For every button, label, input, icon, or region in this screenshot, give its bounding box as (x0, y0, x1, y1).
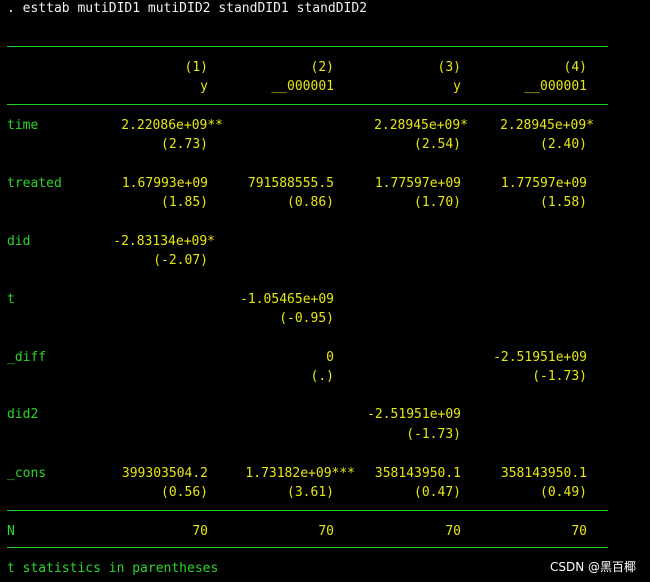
row-label-cons: _cons (7, 466, 47, 481)
header-rule (7, 104, 608, 105)
tstat-cell: (1.58) (540, 195, 587, 210)
row-label-did2: did2 (7, 407, 39, 422)
coef-cell: -2.83134e+09* (113, 234, 215, 249)
tstat-cell: (3.61) (287, 485, 334, 500)
col-number-3: (3) (437, 60, 461, 75)
tstat-cell: (2.54) (414, 137, 461, 152)
tstat-cell: (2.40) (540, 137, 587, 152)
coef-cell: 2.28945e+09* (500, 118, 594, 133)
col-depvar-4: __000001 (524, 79, 587, 94)
coef-cell: 1.77597e+09 (500, 176, 587, 191)
tstat-cell: (0.47) (414, 485, 461, 500)
row-label-t: t (7, 292, 15, 307)
row-label-treated: treated (7, 176, 62, 191)
coef-cell: 2.28945e+09* (374, 118, 468, 133)
coef-cell: 1.77597e+09 (374, 176, 461, 191)
coef-cell: -1.05465e+09 (240, 292, 334, 307)
row-label-diff: _diff (7, 350, 47, 365)
tstat-cell: (-2.07) (153, 253, 208, 268)
tstat-cell: (-1.73) (532, 369, 587, 384)
n-cell: 70 (571, 524, 587, 539)
coef-cell: 358143950.1 (374, 466, 461, 481)
col-depvar-3: y (453, 79, 461, 94)
coef-cell: -2.51951e+09 (367, 407, 461, 422)
tstat-cell: (1.85) (161, 195, 208, 210)
stats-rule (7, 510, 608, 511)
tstat-cell: (-1.73) (406, 427, 461, 442)
n-cell: 70 (318, 524, 334, 539)
n-cell: 70 (445, 524, 461, 539)
n-cell: 70 (192, 524, 208, 539)
table-bottom-rule (7, 547, 608, 548)
row-label-time: time (7, 118, 39, 133)
tstat-cell: (0.49) (540, 485, 587, 500)
table-top-rule (7, 46, 608, 47)
command-line: . esttab mutiDID1 mutiDID2 standDID1 sta… (7, 1, 368, 16)
coef-cell: 1.73182e+09*** (245, 466, 355, 481)
footnote: t statistics in parentheses (7, 561, 219, 576)
coef-cell: 1.67993e+09 (121, 176, 208, 191)
tstat-cell: (-0.95) (279, 311, 334, 326)
coef-cell: 791588555.5 (247, 176, 334, 191)
col-number-1: (1) (184, 60, 208, 75)
tstat-cell: (0.56) (161, 485, 208, 500)
coef-cell: -2.51951e+09 (493, 350, 587, 365)
tstat-cell: (.) (310, 369, 334, 384)
coef-cell: 0 (326, 350, 334, 365)
coef-cell: 399303504.2 (121, 466, 208, 481)
col-number-2: (2) (310, 60, 334, 75)
row-label-did: did (7, 234, 31, 249)
watermark: CSDN @黑百椰 (549, 560, 636, 574)
row-label-n: N (7, 524, 15, 539)
coef-cell: 358143950.1 (500, 466, 587, 481)
col-number-4: (4) (563, 60, 587, 75)
tstat-cell: (1.70) (414, 195, 461, 210)
tstat-cell: (0.86) (287, 195, 334, 210)
coef-cell: 2.22086e+09** (121, 118, 223, 133)
tstat-cell: (2.73) (161, 137, 208, 152)
col-depvar-1: y (200, 79, 208, 94)
col-depvar-2: __000001 (271, 79, 334, 94)
